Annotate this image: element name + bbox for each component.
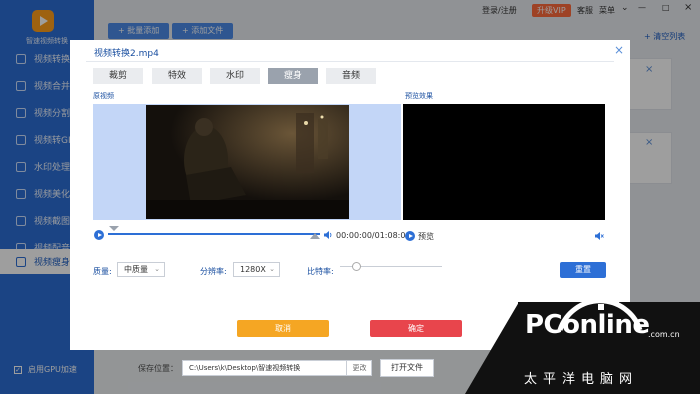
watermark-domain: .com.cn	[648, 330, 680, 339]
tab-compress[interactable]: 瘦身	[268, 68, 318, 84]
tab-watermark[interactable]: 水印	[210, 68, 260, 84]
quality-select[interactable]: 中质量 ⌄	[117, 262, 165, 277]
quality-label: 质量:	[93, 267, 112, 276]
bitrate-slider-handle[interactable]	[352, 262, 361, 271]
play-icon[interactable]	[94, 230, 104, 240]
open-folder-button[interactable]: 打开文件	[380, 359, 434, 377]
watermark-logo: PConline	[525, 310, 650, 340]
cancel-button[interactable]: 取消	[237, 320, 329, 337]
change-path-button[interactable]: 更改	[346, 360, 372, 376]
save-location-label: 保存位置：	[138, 364, 178, 373]
time-display: 00:00:00/01:08:09	[336, 231, 411, 240]
preview-button[interactable]: 预览	[418, 231, 434, 242]
trim-start-handle[interactable]	[109, 226, 119, 231]
close-icon[interactable]: ×	[614, 43, 624, 57]
tab-crop[interactable]: 裁剪	[93, 68, 143, 84]
seek-bar[interactable]	[108, 233, 320, 235]
preview-video-panel	[403, 104, 605, 220]
tab-effects[interactable]: 特效	[152, 68, 202, 84]
chevron-down-icon: ⌄	[269, 265, 275, 273]
mute-icon[interactable]	[594, 231, 604, 241]
resolution-label: 分辨率:	[200, 267, 227, 276]
original-video-panel	[93, 104, 401, 220]
volume-icon[interactable]	[323, 230, 333, 240]
bitrate-label: 比特率:	[307, 267, 334, 276]
chevron-down-icon: ⌄	[154, 265, 160, 273]
original-video-label: 原视频	[93, 92, 114, 100]
trim-end-handle[interactable]	[310, 233, 320, 239]
confirm-button[interactable]: 确定	[370, 320, 462, 337]
video-frame	[146, 105, 349, 219]
divider	[86, 61, 614, 62]
preview-play-icon[interactable]	[405, 231, 415, 241]
watermark-edge	[465, 302, 519, 394]
save-path-field[interactable]: C:\Users\k\Desktop\智速视频转换	[182, 360, 372, 376]
watermark-chinese: 太平洋电脑网	[524, 372, 639, 387]
dialog-title: 视频转换2.mp4	[94, 49, 159, 59]
video-frame-image	[146, 105, 349, 219]
reset-button[interactable]: 重置	[560, 262, 606, 278]
resolution-select[interactable]: 1280X ⌄	[233, 262, 280, 277]
tab-audio[interactable]: 音频	[326, 68, 376, 84]
preview-label: 预览效果	[405, 92, 433, 100]
